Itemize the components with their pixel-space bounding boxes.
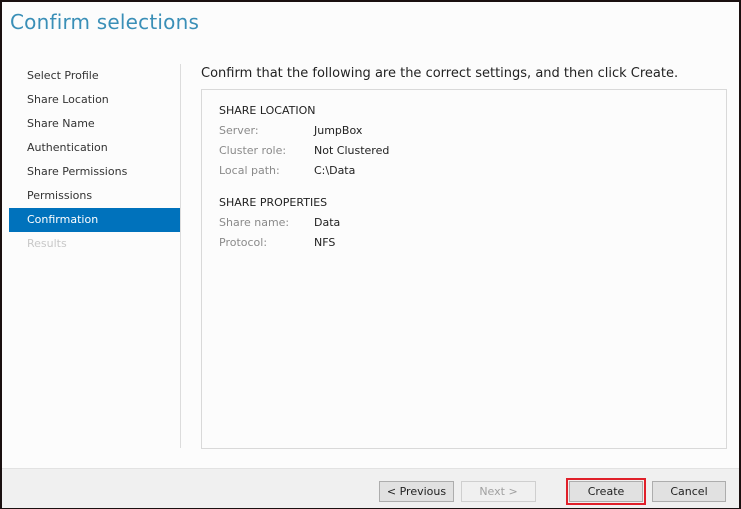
section-title: SHARE LOCATION (219, 104, 316, 117)
sidebar-item-share-location[interactable]: Share Location (9, 88, 181, 112)
row-value: JumpBox (314, 124, 363, 137)
row-label: Cluster role: (219, 144, 287, 157)
sidebar-item-results: Results (27, 237, 67, 250)
row-label: Server: (219, 124, 259, 137)
settings-summary-panel: SHARE LOCATION Server: JumpBox Cluster ro… (201, 89, 727, 449)
cancel-button[interactable]: Cancel (652, 481, 726, 502)
wizard-window: Confirm selections Select Profile Share … (0, 0, 741, 509)
create-button[interactable]: Create (566, 478, 646, 505)
instruction-text: Confirm that the following are the corre… (201, 66, 679, 81)
row-value: Not Clustered (314, 144, 390, 157)
wizard-footer: < Previous Next > Create Cancel (2, 468, 739, 508)
summary-row-server: Server: JumpBox (219, 121, 389, 141)
summary-row-protocol: Protocol: NFS (219, 233, 340, 253)
sidebar-item-confirmation[interactable]: Confirmation (9, 208, 181, 232)
sidebar-item-share-permissions[interactable]: Share Permissions (9, 160, 181, 184)
page-title: Confirm selections (10, 10, 200, 34)
share-location-section: SHARE LOCATION Server: JumpBox Cluster ro… (219, 101, 389, 181)
row-value: NFS (314, 236, 336, 249)
sidebar-item-authentication[interactable]: Authentication (9, 136, 181, 160)
section-title: SHARE PROPERTIES (219, 196, 328, 209)
sidebar-item-share-name[interactable]: Share Name (9, 112, 181, 136)
previous-button[interactable]: < Previous (379, 481, 454, 502)
row-label: Share name: (219, 216, 290, 229)
summary-row-cluster-role: Cluster role: Not Clustered (219, 141, 389, 161)
summary-row-local-path: Local path: C:\Data (219, 161, 389, 181)
sidebar-item-permissions[interactable]: Permissions (9, 184, 181, 208)
sidebar-item-select-profile[interactable]: Select Profile (9, 64, 181, 88)
wizard-steps-sidebar: Select Profile Share Location Share Name… (9, 64, 181, 256)
share-properties-section: SHARE PROPERTIES Share name: Data Protoco… (219, 193, 340, 253)
row-label: Protocol: (219, 236, 268, 249)
summary-row-share-name: Share name: Data (219, 213, 340, 233)
row-value: C:\Data (314, 164, 356, 177)
row-label: Local path: (219, 164, 280, 177)
row-value: Data (314, 216, 341, 229)
sidebar-divider (180, 64, 181, 448)
next-button: Next > (461, 481, 536, 502)
